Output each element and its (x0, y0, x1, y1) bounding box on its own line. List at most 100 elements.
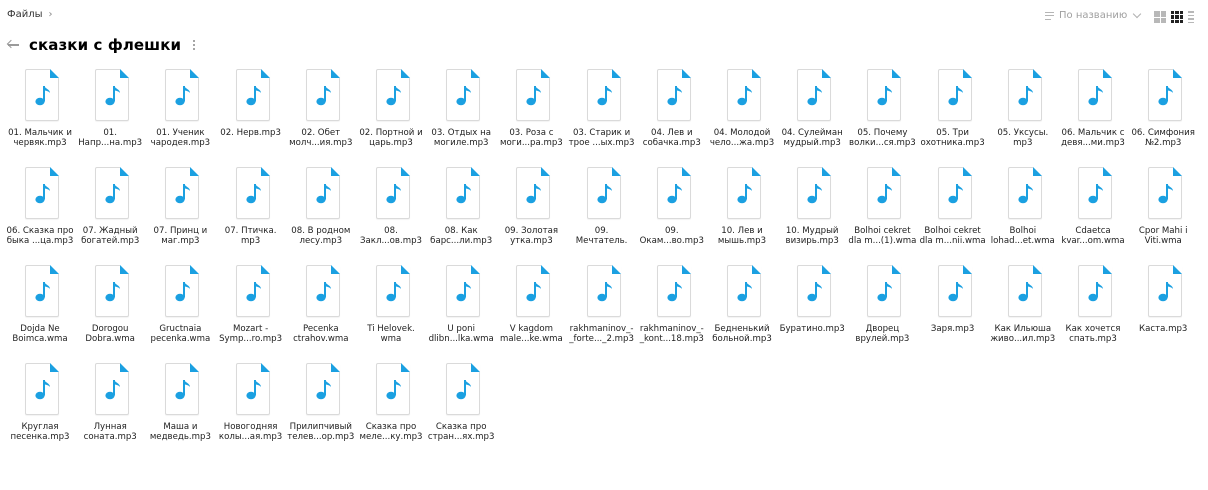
music-file-icon (1078, 265, 1112, 317)
music-note-icon (35, 380, 50, 400)
file-item[interactable]: Сказка про меле...ку.mp3 (357, 363, 425, 453)
file-item[interactable]: Бедненький больной.mp3 (708, 265, 776, 355)
music-file-icon (235, 69, 270, 121)
file-name: Dojda Ne Boimca.wma (12, 324, 68, 344)
music-file-icon (376, 69, 410, 121)
music-note-icon (667, 184, 682, 204)
file-item[interactable]: Ti Helovek. wma (357, 265, 425, 355)
file-item[interactable]: Cdaetca kvar...om.wma (1059, 167, 1127, 257)
file-item[interactable]: 02. Портной и царь.mp3 (357, 69, 425, 159)
file-item[interactable]: Заря.mp3 (919, 265, 987, 355)
file-item[interactable]: Bolhoi cekret dla m...nii.wma (919, 167, 987, 257)
file-item[interactable]: Как Ильюша живо...ил.mp3 (989, 265, 1057, 355)
file-name: 05. Почему волки...ся.mp3 (849, 128, 916, 148)
music-note-icon (105, 380, 121, 400)
file-name: Бедненький больной.mp3 (712, 324, 772, 344)
file-item[interactable]: Pecenka ctrahov.wma (287, 265, 355, 355)
file-name: 10. Лев и мышь.mp3 (717, 226, 767, 246)
file-item[interactable]: 01. Напр...на.mp3 (76, 69, 144, 159)
music-file-icon (376, 265, 410, 317)
file-item[interactable]: 08. В родном лесу.mp3 (287, 167, 355, 257)
file-item[interactable]: Новогодняя колы...ая.mp3 (217, 363, 285, 453)
file-item[interactable]: 04. Молодой чело...жа.mp3 (708, 69, 776, 159)
file-name: 09. Мечтатель. mp3 (575, 226, 628, 246)
file-item[interactable]: 08. Закл...ов.mp3 (357, 167, 425, 257)
file-item[interactable]: Gructnaia pecenka.wma (146, 265, 214, 355)
music-file-icon (376, 363, 410, 415)
music-note-icon (456, 282, 472, 302)
file-name: 08. Как барс...ли.mp3 (430, 226, 493, 246)
music-note-icon (456, 184, 472, 204)
file-item[interactable]: 02. Нерв.mp3 (217, 69, 285, 159)
music-note-icon (105, 282, 121, 302)
file-item[interactable]: Круглая песенка.mp3 (6, 363, 74, 453)
file-item[interactable]: 05. Три охотника.mp3 (919, 69, 987, 159)
file-item[interactable]: 03. Роза с моги...ра.mp3 (497, 69, 565, 159)
music-file-icon (25, 167, 59, 219)
music-file-icon (95, 69, 130, 121)
file-item[interactable]: 06. Мальчик с девя...ми.mp3 (1059, 69, 1127, 159)
music-note-icon (1018, 86, 1033, 106)
file-item[interactable]: Каста.mp3 (1129, 265, 1197, 355)
file-item[interactable]: Dorogou Dobra.wma (76, 265, 144, 355)
file-item[interactable]: 03. Старик и трое ...ых.mp3 (568, 69, 636, 159)
file-item[interactable]: 05. Уксусы. mp3 (989, 69, 1057, 159)
file-name: 02. Обет молч...ия.mp3 (289, 128, 353, 148)
file-item[interactable]: 08. Как барс...ли.mp3 (427, 167, 495, 257)
music-note-icon (807, 282, 823, 302)
file-item[interactable]: V kagdom male...ke.wma (497, 265, 565, 355)
sort-dropdown[interactable]: По названию (1045, 9, 1142, 21)
file-item[interactable]: 07. Жадный богатей.mp3 (76, 167, 144, 257)
file-item[interactable]: Дворец врулей.mp3 (848, 265, 916, 355)
file-item[interactable]: Прилипчивый телев...ор.mp3 (287, 363, 355, 453)
file-item[interactable]: 05. Почему волки...ся.mp3 (848, 69, 916, 159)
music-file-icon (1078, 69, 1112, 121)
file-item[interactable]: 07. Принц и маг.mp3 (146, 167, 214, 257)
file-item[interactable]: Лунная соната.mp3 (76, 363, 144, 453)
file-item[interactable]: U poni dlibn...lka.wma (427, 265, 495, 355)
music-file-icon (656, 265, 691, 317)
small-tiles-view-icon[interactable] (1171, 11, 1183, 23)
file-item[interactable]: Cpor Mahi i Viti.wma (1129, 167, 1197, 257)
file-item[interactable]: 09. Мечтатель. mp3 (568, 167, 636, 257)
file-item[interactable]: Как хочется спать.mp3 (1059, 265, 1127, 355)
file-name: 05. Три охотника.mp3 (920, 128, 985, 148)
file-item[interactable]: 10. Лев и мышь.mp3 (708, 167, 776, 257)
file-item[interactable]: 06. Симфония №2.mp3 (1129, 69, 1197, 159)
file-item[interactable]: rakhmaninov_-_forte..._2.mp3 (568, 265, 636, 355)
file-item[interactable]: 09. Окам...во.mp3 (638, 167, 706, 257)
music-file-icon (727, 69, 761, 121)
file-item[interactable]: 09. Золотая утка.mp3 (497, 167, 565, 257)
file-item[interactable]: 04. Сулейман мудрый.mp3 (778, 69, 846, 159)
back-arrow-icon[interactable] (7, 37, 21, 53)
music-file-icon (235, 167, 270, 219)
music-note-icon (1158, 282, 1174, 302)
more-options-icon[interactable] (193, 40, 196, 50)
file-item[interactable]: Маша и медведь.mp3 (146, 363, 214, 453)
large-tiles-view-icon[interactable] (1154, 11, 1166, 23)
file-item[interactable]: Сказка про стран...ях.mp3 (427, 363, 495, 453)
list-view-icon[interactable] (1188, 11, 1194, 23)
music-note-icon (807, 184, 823, 204)
file-item[interactable]: 02. Обет молч...ия.mp3 (287, 69, 355, 159)
file-item[interactable]: Bolhoi cekret dla m...(1).wma (848, 167, 916, 257)
file-item[interactable]: 01. Мальчик и червяк.mp3 (6, 69, 74, 159)
music-file-icon (937, 265, 972, 317)
file-item[interactable]: 04. Лев и собачка.mp3 (638, 69, 706, 159)
file-name: 04. Сулейман мудрый.mp3 (781, 128, 843, 148)
file-name: Дворец врулей.mp3 (855, 324, 910, 344)
music-note-icon (526, 184, 542, 204)
file-item[interactable]: rakhmaninov_-_kont...18.mp3 (638, 265, 706, 355)
file-item[interactable]: Буратино.mp3 (778, 265, 846, 355)
file-item[interactable]: 06. Сказка про быка ...ца.mp3 (6, 167, 74, 257)
file-item[interactable]: Dojda Ne Boimca.wma (6, 265, 74, 355)
file-item[interactable]: 10. Мудрый визирь.mp3 (778, 167, 846, 257)
music-note-icon (35, 184, 50, 204)
music-note-icon (1018, 184, 1033, 204)
file-item[interactable]: 01. Ученик чародея.mp3 (146, 69, 214, 159)
file-item[interactable]: Bolhoi lohad...et.wma (989, 167, 1057, 257)
file-item[interactable]: 07. Птичка. mp3 (217, 167, 285, 257)
file-name: 01. Ученик чародея.mp3 (150, 128, 211, 148)
file-item[interactable]: Mozart - Symp...ro.mp3 (217, 265, 285, 355)
file-item[interactable]: 03. Отдых на могиле.mp3 (427, 69, 495, 159)
